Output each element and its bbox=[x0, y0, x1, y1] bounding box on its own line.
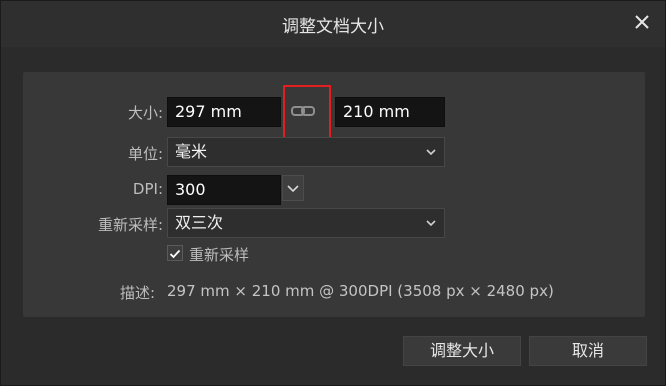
dpi-input[interactable]: 300 bbox=[167, 175, 281, 205]
height-input[interactable]: 210 mm bbox=[335, 97, 445, 127]
dpi-dropdown-button[interactable] bbox=[282, 175, 304, 201]
resample-select-value: 双三次 bbox=[175, 213, 224, 232]
chevron-down-icon bbox=[426, 149, 436, 156]
unit-select-value: 毫米 bbox=[175, 142, 208, 161]
size-label: 大小: bbox=[127, 104, 163, 122]
dpi-label: DPI: bbox=[132, 180, 163, 198]
chevron-down-icon bbox=[287, 185, 299, 193]
checkmark-icon bbox=[169, 249, 181, 259]
chevron-down-icon bbox=[426, 220, 436, 227]
resample-checkbox-label: 重新采样 bbox=[189, 246, 250, 264]
resample-label: 重新采样: bbox=[97, 216, 163, 234]
resize-document-dialog: 调整文档大小 大小: 297 mm 210 mm 单位: 毫米 DPI: 300 bbox=[0, 0, 666, 386]
close-icon[interactable] bbox=[631, 11, 653, 33]
resample-select[interactable]: 双三次 bbox=[167, 208, 445, 238]
unit-label: 单位: bbox=[127, 145, 163, 163]
resize-button[interactable]: 调整大小 bbox=[403, 336, 521, 366]
dialog-titlebar: 调整文档大小 bbox=[1, 1, 665, 47]
unit-select[interactable]: 毫米 bbox=[167, 137, 445, 167]
resample-checkbox[interactable] bbox=[167, 245, 183, 261]
dialog-title: 调整文档大小 bbox=[282, 17, 384, 37]
width-input[interactable]: 297 mm bbox=[167, 97, 281, 127]
link-highlight-box bbox=[283, 85, 331, 142]
cancel-button[interactable]: 取消 bbox=[529, 336, 647, 366]
description-value: 297 mm × 210 mm @ 300DPI (3508 px × 2480… bbox=[167, 282, 554, 300]
description-label: 描述: bbox=[119, 284, 155, 302]
